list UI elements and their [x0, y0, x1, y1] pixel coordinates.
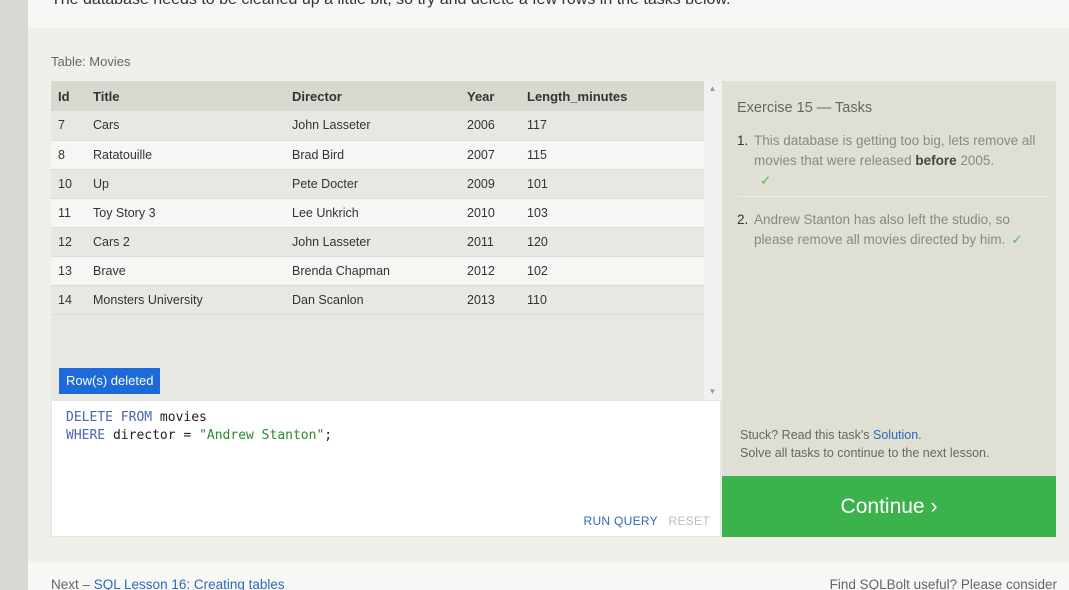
cell-id: 14 [51, 285, 86, 315]
checkmark-icon: ✓ [760, 173, 772, 188]
tasks-title: Exercise 15 — Tasks [737, 100, 873, 116]
tasks-panel: Exercise 15 — Tasks 1. This database is … [722, 81, 1056, 476]
solution-link[interactable]: Solution [873, 428, 918, 442]
sql-text: ; [324, 428, 333, 443]
task-text: 2005. [956, 153, 995, 168]
cell-title: Brave [86, 256, 285, 286]
scroll-up-arrow-icon[interactable]: ▲ [704, 81, 721, 97]
left-edge-strip [0, 0, 28, 590]
column-header-year: Year [460, 81, 520, 111]
column-header-director: Director [285, 81, 460, 111]
footer-panel: Next – SQL Lesson 16: Creating tables Fi… [28, 562, 1069, 590]
cell-title: Monsters University [86, 285, 285, 315]
cell-director: Dan Scanlon [285, 285, 460, 315]
column-header-id: Id [51, 81, 86, 111]
cell-year: 2009 [460, 169, 520, 199]
table-row: 11 Toy Story 3 Lee Unkrich 2010 103 [51, 198, 704, 228]
task-text: Andrew Stanton has also left the studio,… [754, 212, 1010, 247]
cell-year: 2006 [460, 111, 520, 141]
next-lesson-link[interactable]: SQL Lesson 16: Creating tables [94, 577, 285, 590]
table-row: 10 Up Pete Docter 2009 101 [51, 169, 704, 199]
table-row: 13 Brave Brenda Chapman 2012 102 [51, 256, 704, 286]
table-row: 14 Monsters University Dan Scanlon 2013 … [51, 285, 704, 315]
cell-length: 120 [520, 227, 704, 257]
cell-title: Toy Story 3 [86, 198, 285, 228]
stuck-help: Stuck? Read this task's Solution. Solve … [740, 426, 989, 462]
table-scrollbar[interactable]: ▲ ▼ [704, 81, 721, 400]
reset-button[interactable]: RESET [668, 514, 710, 528]
column-header-title: Title [86, 81, 285, 111]
stuck-text-end: . [918, 428, 922, 442]
next-prefix: Next – [51, 577, 94, 590]
table-row: 7 Cars John Lasseter 2006 117 [51, 111, 704, 141]
cell-id: 8 [51, 140, 86, 170]
cell-year: 2011 [460, 227, 520, 257]
task-number: 2. [737, 212, 749, 227]
cell-length: 102 [520, 256, 704, 286]
task-list: 1. This database is getting too big, let… [737, 131, 1049, 263]
cell-id: 13 [51, 256, 86, 286]
cell-year: 2013 [460, 285, 520, 315]
sql-text: movies [152, 410, 207, 425]
cell-length: 117 [520, 111, 704, 141]
cell-director: Pete Docter [285, 169, 460, 199]
cell-length: 101 [520, 169, 704, 199]
cell-director: John Lasseter [285, 111, 460, 141]
cell-title: Ratatouille [86, 140, 285, 170]
scroll-down-arrow-icon[interactable]: ▼ [704, 384, 721, 400]
task-emphasis: before [915, 153, 957, 168]
table-row: 8 Ratatouille Brad Bird 2007 115 [51, 140, 704, 170]
cell-title: Up [86, 169, 285, 199]
checkmark-icon: ✓ [1011, 232, 1023, 247]
table-caption: Table: Movies [51, 54, 131, 69]
cell-length: 110 [520, 285, 704, 315]
sql-editor[interactable]: DELETE FROM movies WHERE director = "And… [51, 400, 721, 537]
cell-id: 11 [51, 198, 86, 228]
cell-director: John Lasseter [285, 227, 460, 257]
results-table-area: Id Title Director Year Length_minutes 7 … [51, 81, 704, 400]
cell-length: 115 [520, 140, 704, 170]
column-header-length: Length_minutes [520, 81, 704, 111]
sql-keyword: WHERE [66, 428, 106, 443]
table-row: 12 Cars 2 John Lasseter 2011 120 [51, 227, 704, 257]
continue-button[interactable]: Continue › [722, 476, 1056, 537]
table-header-row: Id Title Director Year Length_minutes [51, 81, 704, 111]
cell-title: Cars [86, 111, 285, 141]
cell-director: Lee Unkrich [285, 198, 460, 228]
run-query-button[interactable]: RUN QUERY [584, 514, 659, 528]
cell-year: 2012 [460, 256, 520, 286]
cell-director: Brad Bird [285, 140, 460, 170]
sql-string: "Andrew Stanton" [199, 428, 325, 443]
stuck-text: Stuck? Read this task's [740, 428, 874, 442]
intro-text: The database needs to be cleaned up a li… [51, 0, 731, 9]
cell-year: 2010 [460, 198, 520, 228]
task-item: 1. This database is getting too big, let… [737, 131, 1049, 197]
cell-title: Cars 2 [86, 227, 285, 257]
sql-text: director = [105, 428, 200, 443]
support-text: Find SQLBolt useful? Please consider [829, 577, 1057, 590]
sql-keyword: DELETE FROM [66, 410, 153, 425]
cell-director: Brenda Chapman [285, 256, 460, 286]
status-badge: Row(s) deleted [59, 368, 161, 394]
task-number: 1. [737, 133, 749, 148]
task-item: 2. Andrew Stanton has also left the stud… [737, 205, 1049, 255]
movies-table: Id Title Director Year Length_minutes 7 … [51, 81, 704, 315]
cell-year: 2007 [460, 140, 520, 170]
cell-id: 10 [51, 169, 86, 199]
solve-all-text: Solve all tasks to continue to the next … [740, 446, 990, 460]
sql-code[interactable]: DELETE FROM movies WHERE director = "And… [66, 409, 332, 445]
next-lesson: Next – SQL Lesson 16: Creating tables [51, 577, 285, 590]
cell-id: 7 [51, 111, 86, 141]
cell-length: 103 [520, 198, 704, 228]
cell-id: 12 [51, 227, 86, 257]
